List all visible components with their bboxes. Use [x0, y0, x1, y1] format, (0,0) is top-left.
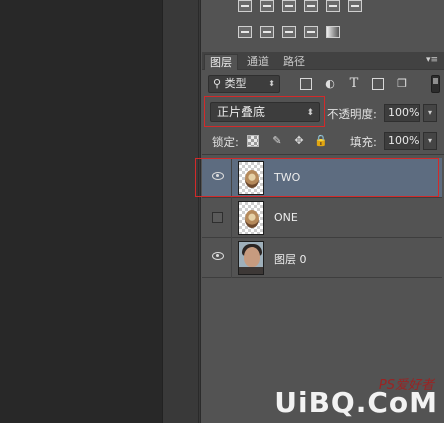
lock-label: 锁定:: [212, 135, 239, 149]
fill-dropdown-icon[interactable]: ▾: [423, 132, 437, 150]
blend-mode-select[interactable]: 正片叠底 ⬍: [210, 102, 320, 122]
chevron-updown-icon: ⬍: [306, 108, 314, 118]
lock-position-icon[interactable]: ✥: [293, 135, 305, 147]
image-filter-icon[interactable]: [300, 78, 312, 90]
opacity-label: 不透明度:: [327, 107, 377, 121]
eye-icon[interactable]: [212, 172, 224, 180]
layer-thumbnail: [238, 241, 264, 275]
layer-name: TWO: [274, 171, 301, 184]
layer-row-two[interactable]: TWO: [202, 158, 442, 198]
portrait-shoulders: [239, 267, 263, 274]
tiger-image: [245, 210, 259, 228]
balance-icon[interactable]: [260, 0, 274, 12]
posterize-icon[interactable]: [260, 26, 274, 38]
shape-filter-icon[interactable]: [372, 78, 384, 90]
opacity-field[interactable]: 100%: [384, 104, 420, 122]
visibility-column: [202, 198, 232, 238]
lock-pixels-icon[interactable]: ✎: [271, 135, 283, 147]
type-filter-icon[interactable]: T: [348, 77, 360, 90]
layer-name: ONE: [274, 211, 298, 224]
watermark-logo: UiBQ.CoM: [274, 386, 438, 419]
threshold-icon[interactable]: [282, 26, 296, 38]
panel-menu-icon[interactable]: ▾≡: [426, 55, 438, 65]
channel-mixer-icon[interactable]: [326, 0, 340, 12]
gradient-map-icon[interactable]: [326, 26, 340, 38]
chevron-updown-icon: ⬍: [268, 79, 275, 88]
lock-transparent-icon[interactable]: [247, 135, 259, 147]
panel-tab-bar: 图层 通道 路径 ▾≡: [202, 52, 444, 70]
tab-paths[interactable]: 路径: [278, 54, 310, 70]
search-icon: ⚲: [213, 77, 222, 90]
filter-type-label: 类型: [224, 77, 247, 90]
dock-separator: [198, 0, 199, 423]
tab-layers[interactable]: 图层: [204, 54, 238, 70]
adjustments-row-1: [238, 0, 362, 12]
opacity-dropdown-icon[interactable]: ▾: [423, 104, 437, 122]
fill-field[interactable]: 100%: [384, 132, 420, 150]
adjustment-filter-icon[interactable]: ◐: [324, 78, 336, 90]
panel-divider: [202, 154, 444, 155]
eye-icon[interactable]: [212, 252, 224, 260]
selective-color-icon[interactable]: [304, 26, 318, 38]
black-white-icon[interactable]: [282, 0, 296, 12]
smart-object-filter-icon[interactable]: ❐: [396, 78, 408, 90]
panel-dock-strip: [162, 0, 200, 423]
layer-filter-row: ⚲ 类型 ⬍ ◐ T ❐: [208, 75, 440, 93]
adjustments-row-2: [238, 26, 340, 38]
filter-toggle-switch[interactable]: [431, 75, 440, 93]
layer-row-layer0[interactable]: 图层 0: [202, 238, 442, 278]
levels-icon[interactable]: [238, 0, 252, 12]
visibility-column: [202, 158, 232, 198]
visibility-column: [202, 238, 232, 278]
color-lookup-icon[interactable]: [348, 0, 362, 12]
fill-label: 填充:: [350, 135, 377, 149]
layer-thumbnail: [238, 201, 264, 235]
portrait-face: [244, 247, 260, 267]
photo-filter-icon[interactable]: [304, 0, 318, 12]
tab-channels[interactable]: 通道: [242, 54, 274, 70]
hidden-visibility-box[interactable]: [212, 212, 223, 223]
invert-icon[interactable]: [238, 26, 252, 38]
layer-row-one[interactable]: ONE: [202, 198, 442, 238]
filter-type-select[interactable]: ⚲ 类型 ⬍: [208, 75, 280, 93]
document-canvas-area: [0, 0, 162, 423]
layer-name: 图层 0: [274, 253, 307, 266]
layer-thumbnail: [238, 161, 264, 195]
lock-all-icon[interactable]: 🔒: [314, 135, 328, 147]
tiger-image: [245, 170, 259, 188]
blend-mode-value: 正片叠底: [217, 105, 266, 119]
